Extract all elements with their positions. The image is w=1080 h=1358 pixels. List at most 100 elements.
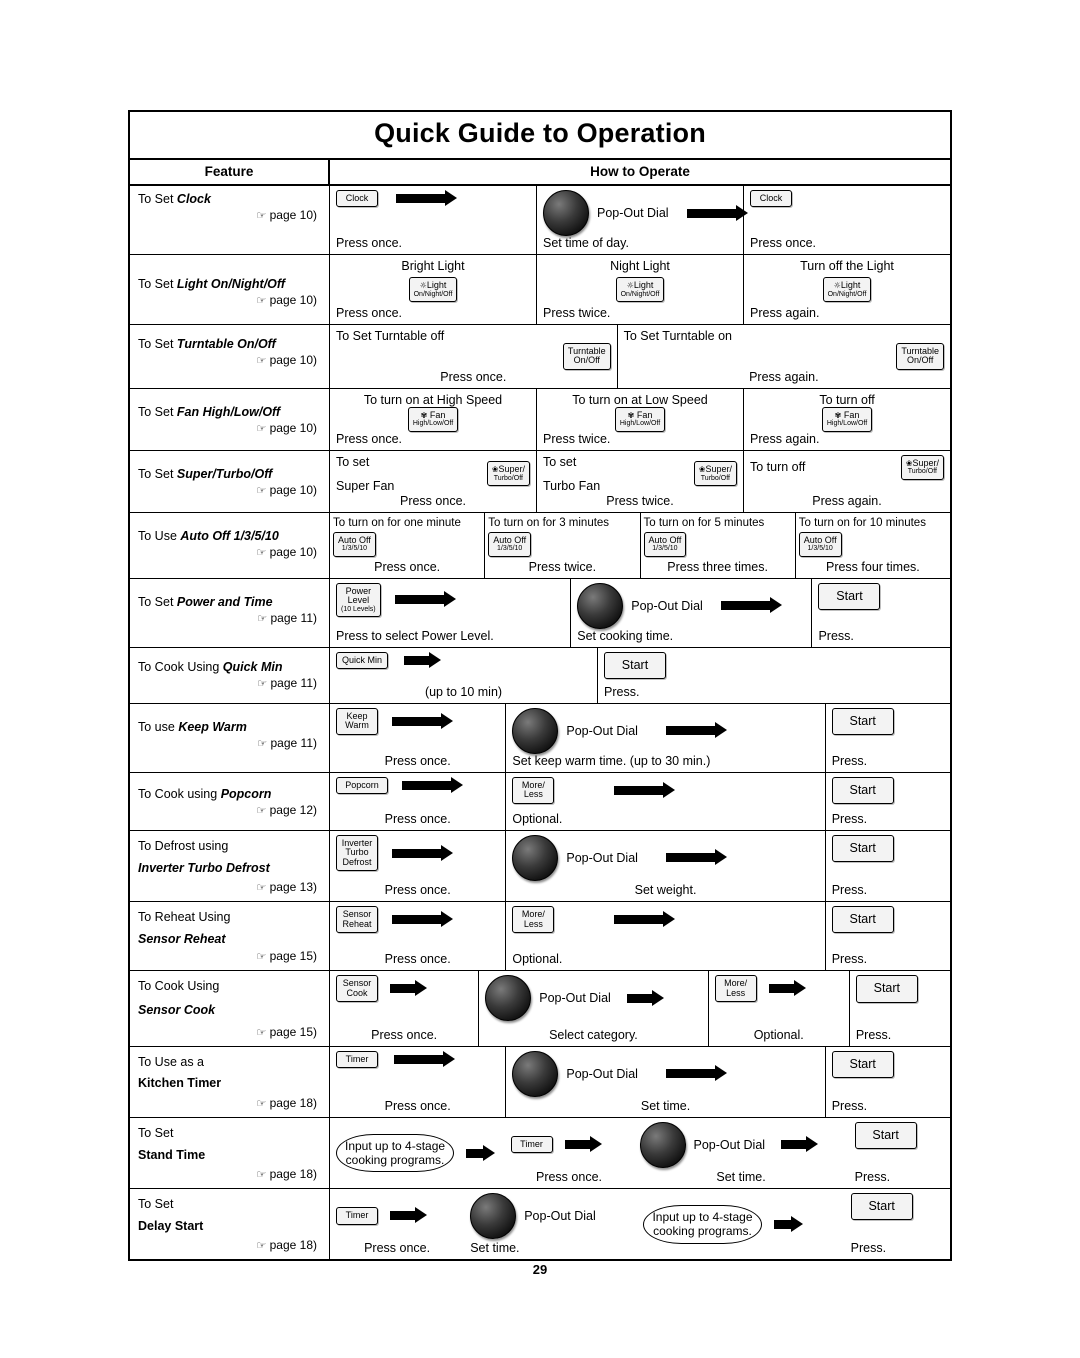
step-caption: Press. bbox=[850, 1241, 887, 1256]
timer-button[interactable]: Timer bbox=[336, 1050, 378, 1069]
fan-button[interactable]: ✾ Fan High/Low/Off bbox=[407, 406, 459, 432]
arrow-icon bbox=[768, 980, 806, 997]
light-button[interactable]: ☼Light On/Night/Off bbox=[615, 277, 665, 302]
light-button[interactable]: ☼Light On/Night/Off bbox=[408, 277, 458, 302]
step-cell: To turn on for 10 minutes Auto Off 1/3/5/… bbox=[796, 513, 950, 578]
more-less-button[interactable]: More/Less bbox=[714, 975, 757, 1003]
feature-prefix: To Set bbox=[138, 277, 177, 291]
start-button[interactable]: Start bbox=[854, 1121, 917, 1149]
step-cell: Pop-Out Dial Set time. bbox=[464, 1189, 637, 1259]
clock-button[interactable]: Clock bbox=[750, 190, 792, 208]
keep-warm-button[interactable]: Keep Warm bbox=[336, 707, 378, 735]
start-button[interactable]: Start bbox=[831, 834, 894, 862]
sensor-cook-button[interactable]: Sensor Cook bbox=[336, 975, 378, 1003]
feature-cell: To Use Auto Off 1/3/5/10 ☞ page 10) bbox=[130, 512, 330, 578]
pop-out-dial[interactable] bbox=[470, 1193, 517, 1240]
table-row: To Set Super/Turbo/Off ☞ page 10) To set… bbox=[130, 450, 950, 513]
step-caption: Press once. bbox=[364, 1241, 431, 1256]
step-caption: Press once. bbox=[384, 952, 451, 967]
step-caption: Press. bbox=[818, 628, 854, 643]
step-caption: Press once. bbox=[750, 236, 817, 250]
start-button[interactable]: Start bbox=[831, 776, 894, 804]
step-caption: Press. bbox=[831, 1098, 868, 1113]
step-cell: To set Super Fan ❀Super/Turbo/Off Press … bbox=[330, 450, 537, 512]
auto-off-button[interactable]: Auto Off 1/3/5/10 bbox=[488, 531, 532, 557]
auto-off-button[interactable]: Auto Off 1/3/5/10 bbox=[798, 531, 842, 557]
power-level-button[interactable]: Power Level (10 Levels) bbox=[336, 582, 381, 618]
step-cell: More/Less Optional. bbox=[506, 902, 826, 971]
feature-prefix: To Set bbox=[138, 466, 177, 481]
step-caption: Press once. bbox=[384, 883, 451, 898]
pop-out-dial[interactable] bbox=[639, 1121, 686, 1168]
step-title: To turn off bbox=[750, 460, 806, 475]
steps: Timer Press once. Pop-Out Dial Set time. bbox=[330, 1046, 950, 1117]
step-cell: To Set Turntable off Turntable On/Off Pre… bbox=[330, 325, 618, 388]
step-caption: Press again. bbox=[749, 369, 819, 384]
pop-out-dial[interactable] bbox=[512, 707, 559, 754]
popcorn-button[interactable]: Popcorn bbox=[336, 776, 388, 795]
step-caption: Press again. bbox=[812, 493, 882, 508]
steps: Quick Min (up to 10 min) Start Press. bbox=[330, 647, 950, 703]
step-caption: Set cooking time. bbox=[577, 628, 674, 643]
page-ref: ☞ page 10) bbox=[256, 420, 317, 435]
feature-name: Keep Warm bbox=[178, 719, 247, 734]
step-caption: Select category. bbox=[549, 1027, 638, 1042]
steps: Timer Press once. Pop-Out Dial Set time. bbox=[330, 1189, 950, 1259]
fan-button[interactable]: ✾ Fan High/Low/Off bbox=[614, 406, 666, 432]
table-row: To use Keep Warm ☞ page 11) Keep Warm Pre… bbox=[130, 703, 950, 773]
feature-name: Quick Min bbox=[222, 659, 283, 674]
clock-button[interactable]: Clock bbox=[336, 190, 378, 208]
table-row: To Set Clock ☞ page 10) Clock Press once… bbox=[130, 186, 950, 255]
table-row: To Use as a Kitchen Timer ☞ page 18) Tim… bbox=[130, 1046, 950, 1118]
super-turbo-button[interactable]: ❀Super/Turbo/Off bbox=[693, 461, 737, 487]
feature-name: Super/Turbo/Off bbox=[176, 466, 273, 481]
step-caption: Set weight. bbox=[634, 883, 697, 898]
step-title: To Set Turntable on bbox=[623, 329, 733, 343]
turntable-button[interactable]: Turntable On/Off bbox=[896, 343, 944, 370]
step-cell: Input up to 4-stage cooking programs. bbox=[637, 1189, 844, 1259]
auto-off-button[interactable]: Auto Off 1/3/5/10 bbox=[643, 531, 687, 557]
steps: Sensor Reheat Press once. More/Less Optio… bbox=[330, 902, 950, 971]
pop-out-dial[interactable] bbox=[577, 582, 624, 629]
step-title: To set bbox=[336, 454, 370, 469]
start-button[interactable]: Start bbox=[818, 582, 881, 610]
auto-off-button[interactable]: Auto Off 1/3/5/10 bbox=[333, 531, 376, 557]
more-less-button[interactable]: More/Less bbox=[512, 906, 555, 933]
multi-stage-note: Input up to 4-stage cooking programs. bbox=[336, 1133, 455, 1173]
start-button[interactable]: Start bbox=[831, 707, 894, 735]
super-turbo-button[interactable]: ❀Super/Turbo/Off bbox=[486, 461, 530, 487]
pop-out-dial[interactable] bbox=[485, 975, 532, 1022]
more-less-button[interactable]: More/Less bbox=[512, 776, 555, 804]
feature-cell: To Set Power and Time ☞ page 11) bbox=[130, 578, 330, 647]
turntable-button[interactable]: Turntable On/Off bbox=[562, 343, 611, 370]
light-button[interactable]: ☼Light On/Night/Off bbox=[822, 277, 872, 302]
start-button[interactable]: Start bbox=[850, 1193, 913, 1221]
start-button[interactable]: Start bbox=[831, 1050, 894, 1078]
step-caption: Press again. bbox=[750, 306, 820, 320]
step-caption: Press. bbox=[604, 684, 640, 699]
feature-prefix: To Defrost using bbox=[138, 838, 229, 853]
fan-button[interactable]: ✾ Fan High/Low/Off bbox=[821, 406, 873, 432]
start-button[interactable]: Start bbox=[604, 651, 666, 679]
timer-button[interactable]: Timer bbox=[510, 1135, 553, 1154]
step-cell: Start Press. bbox=[812, 579, 950, 647]
start-button[interactable]: Start bbox=[855, 975, 918, 1003]
inverter-turbo-defrost-button[interactable]: Inverter Turbo Defrost bbox=[336, 834, 378, 872]
feature-cell: To use Keep Warm ☞ page 11) bbox=[130, 703, 330, 772]
super-turbo-button[interactable]: ❀Super/Turbo/Off bbox=[900, 454, 944, 480]
start-button[interactable]: Start bbox=[831, 906, 894, 934]
feature-prefix: To Reheat Using bbox=[138, 910, 231, 925]
step-caption: Press. bbox=[855, 1027, 892, 1042]
table-row: To Cook using Popcorn ☞ page 12) Popcorn… bbox=[130, 772, 950, 831]
step-title: To turn on for 3 minutes bbox=[488, 516, 610, 529]
table-row: To Cook Using Quick Min ☞ page 11) Quick… bbox=[130, 647, 950, 704]
step-caption: Press twice. bbox=[606, 493, 674, 508]
pop-out-dial[interactable] bbox=[543, 190, 589, 236]
pop-out-dial[interactable] bbox=[512, 1050, 559, 1097]
feature-cell: To Set Super/Turbo/Off ☞ page 10) bbox=[130, 450, 330, 512]
pop-out-dial[interactable] bbox=[512, 834, 559, 881]
arrow-icon bbox=[394, 591, 456, 608]
quick-min-button[interactable]: Quick Min bbox=[336, 651, 388, 670]
sensor-reheat-button[interactable]: Sensor Reheat bbox=[336, 906, 378, 933]
timer-button[interactable]: Timer bbox=[336, 1207, 378, 1225]
